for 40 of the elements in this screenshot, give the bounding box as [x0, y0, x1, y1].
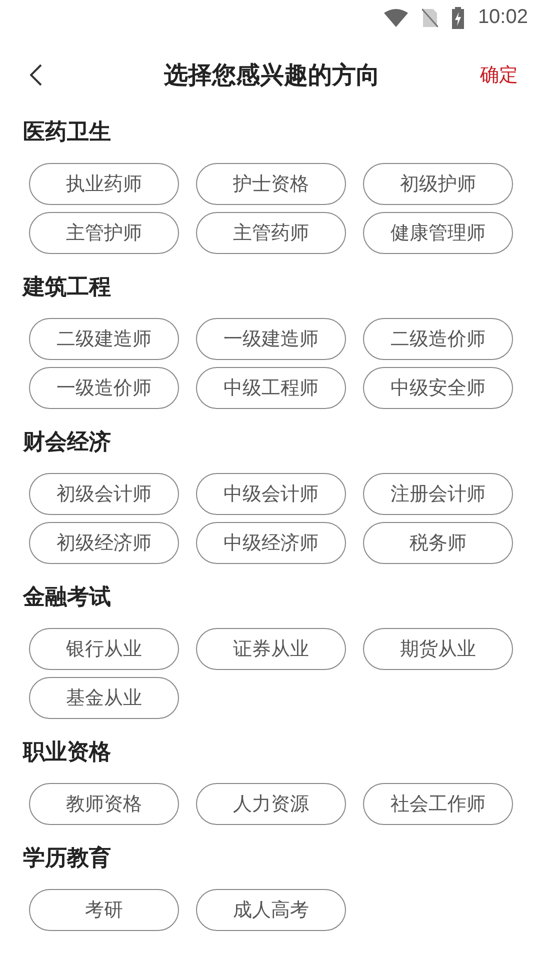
section-title: 学历教育	[23, 844, 112, 873]
interest-tag[interactable]: 基金从业	[29, 677, 179, 719]
interest-tag[interactable]: 考研	[29, 889, 179, 931]
interest-tag[interactable]: 期货从业	[363, 628, 513, 670]
section-title: 财会经济	[23, 428, 112, 457]
interest-tag[interactable]: 执业药师	[29, 163, 179, 205]
interest-tag[interactable]: 注册会计师	[363, 473, 513, 515]
interest-tag[interactable]: 二级造价师	[363, 318, 513, 360]
interest-tag[interactable]: 成人高考	[196, 889, 346, 931]
interest-tag[interactable]: 税务师	[363, 522, 513, 564]
section-title: 职业资格	[23, 739, 112, 767]
interest-tag[interactable]: 中级经济师	[196, 522, 346, 564]
interest-tag[interactable]: 初级会计师	[29, 473, 179, 515]
section-title: 金融考试	[23, 584, 112, 612]
interest-tag[interactable]: 一级造价师	[29, 367, 179, 409]
interest-tag[interactable]: 健康管理师	[363, 212, 513, 254]
wifi-icon	[384, 8, 408, 26]
interest-tag[interactable]: 银行从业	[29, 628, 179, 670]
interest-tag[interactable]: 社会工作师	[363, 783, 513, 825]
section-title: 建筑工程	[23, 274, 112, 302]
interest-tag[interactable]: 中级会计师	[196, 473, 346, 515]
interest-tag[interactable]: 一级建造师	[196, 318, 346, 360]
interest-tag[interactable]: 教师资格	[29, 783, 179, 825]
interest-tag[interactable]: 人力资源	[196, 783, 346, 825]
section-title: 医药卫生	[23, 119, 112, 147]
interest-tag[interactable]: 中级安全师	[363, 367, 513, 409]
chevron-left-icon	[30, 64, 42, 86]
interest-tag[interactable]: 初级护师	[363, 163, 513, 205]
interest-tag[interactable]: 主管药师	[196, 212, 346, 254]
interest-tag[interactable]: 护士资格	[196, 163, 346, 205]
page-title: 选择您感兴趣的方向	[164, 60, 380, 91]
interest-tag[interactable]: 证券从业	[196, 628, 346, 670]
confirm-button[interactable]: 确定	[476, 58, 522, 92]
status-time: 10:02	[478, 6, 528, 29]
no-sim-icon	[422, 8, 438, 28]
battery-charging-icon	[452, 6, 464, 28]
interest-tag[interactable]: 中级工程师	[196, 367, 346, 409]
interest-tag[interactable]: 主管护师	[29, 212, 179, 254]
interest-tag[interactable]: 二级建造师	[29, 318, 179, 360]
interest-tag[interactable]: 初级经济师	[29, 522, 179, 564]
